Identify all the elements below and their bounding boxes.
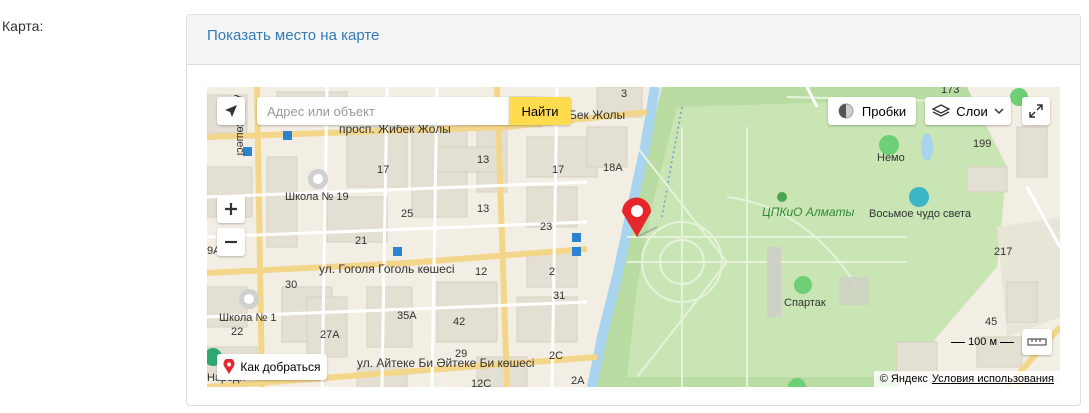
map-label: Школа № 19 xyxy=(285,191,349,203)
map-label: Спартак xyxy=(784,297,826,309)
fullscreen-icon xyxy=(1029,104,1043,118)
map-label: ул. Гоголя Гоголь көшесі xyxy=(319,262,455,276)
layers-icon xyxy=(932,104,951,117)
map-label: 18А xyxy=(603,162,623,174)
route-label: Как добраться xyxy=(240,360,321,374)
map-tiles: просп. Жибек Жолы Бек Жолы ул. Гоголя Го… xyxy=(207,87,1060,387)
map-label: 199 xyxy=(973,138,991,150)
map-label: ЦПКиО Алматы xyxy=(762,205,855,219)
map-field-label: Карта: xyxy=(2,18,44,34)
map-label: 2С xyxy=(549,350,563,362)
map-label: 42 xyxy=(453,316,465,328)
traffic-button[interactable]: Пробки xyxy=(828,97,916,125)
layers-button[interactable]: Слои xyxy=(925,97,1011,125)
map-label: 17 xyxy=(377,164,389,176)
map-label: 35А xyxy=(397,310,417,322)
zoom-out-button[interactable] xyxy=(217,228,245,256)
zoom-in-icon xyxy=(225,203,237,215)
map-label: 21 xyxy=(355,235,367,247)
map-label: 17 xyxy=(552,164,564,176)
map-label: 3 xyxy=(621,88,627,100)
map-label: Восьмое чудо света xyxy=(869,208,972,220)
map-label: ул. Айтеке Би Әйтеке Би көшесі xyxy=(357,356,534,370)
route-pin-icon xyxy=(223,359,235,374)
fullscreen-button[interactable] xyxy=(1022,97,1050,125)
map-label: 173 xyxy=(941,87,959,96)
map-label: Бек Жолы xyxy=(569,108,625,122)
copyright-text: © Яндекс xyxy=(879,373,928,385)
map-label: 12 xyxy=(475,266,487,278)
route-button[interactable]: Как добраться xyxy=(217,354,327,380)
map-scale: 100 м xyxy=(951,336,1015,348)
zoom-in-button[interactable] xyxy=(217,195,245,223)
map-label: 12С xyxy=(471,378,491,387)
layers-label: Слои xyxy=(956,103,988,119)
map-label: 13 xyxy=(477,203,489,215)
yandex-map[interactable]: просп. Жибек Жолы Бек Жолы ул. Гоголя Го… xyxy=(207,87,1060,387)
terms-link[interactable]: Условия использования xyxy=(932,373,1054,385)
scale-label: 100 м xyxy=(968,336,998,348)
map-label: 217 xyxy=(994,246,1012,258)
map-label: 31 xyxy=(553,290,565,302)
map-label: Немо xyxy=(877,152,905,164)
map-label: 13 xyxy=(477,154,489,166)
ruler-icon xyxy=(1027,338,1047,346)
map-label: Школа № 1 xyxy=(219,312,276,324)
ruler-button[interactable] xyxy=(1022,329,1052,355)
map-copyright: © Яндекс Условия использования xyxy=(873,371,1060,387)
zoom-out-icon xyxy=(225,240,237,244)
map-label: 25 xyxy=(401,208,413,220)
traffic-icon xyxy=(838,103,854,119)
traffic-label: Пробки xyxy=(861,103,907,119)
find-button[interactable]: Найти xyxy=(509,97,571,125)
chevron-down-icon xyxy=(994,108,1004,115)
map-label: 2А xyxy=(571,375,585,387)
map-label: 27А xyxy=(320,329,340,341)
map-label: 29 xyxy=(455,348,467,360)
map-panel: Показать место на карте просп. Жибек Жол… xyxy=(186,14,1081,406)
locate-icon xyxy=(225,105,237,117)
locate-button[interactable] xyxy=(217,97,245,125)
map-label: 45 xyxy=(985,316,997,328)
map-search-input[interactable] xyxy=(257,97,509,125)
map-label: 23 xyxy=(540,221,552,233)
show-on-map-link[interactable]: Показать место на карте xyxy=(207,27,379,44)
panel-heading: Показать место на карте xyxy=(187,15,1080,65)
map-label: 30 xyxy=(285,279,297,291)
map-label: 22 xyxy=(231,326,243,338)
map-label: 2 xyxy=(549,266,555,278)
